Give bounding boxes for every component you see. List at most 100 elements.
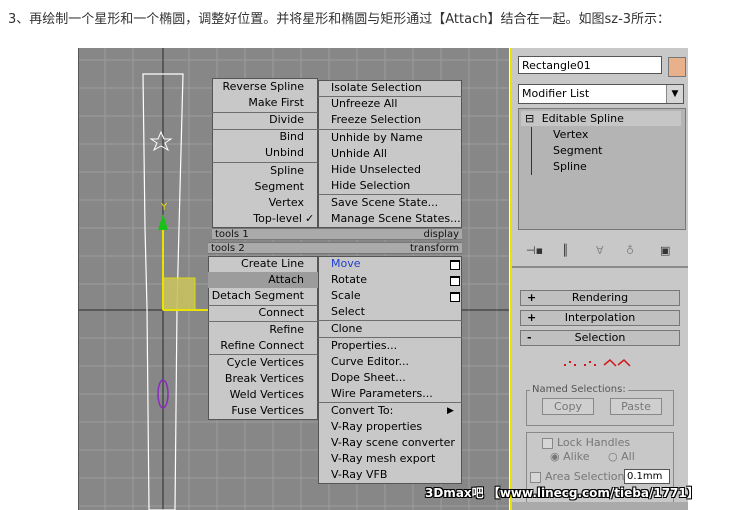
all-label: All [621, 450, 635, 463]
object-color-swatch[interactable] [668, 57, 686, 77]
show-end-result-icon[interactable]: ║ [562, 244, 569, 257]
submenu-arrow-icon: ▶ [447, 406, 454, 416]
menu-fuse-vertices[interactable]: Fuse Vertices [208, 403, 318, 419]
paste-button[interactable]: Paste [610, 398, 662, 415]
menu-curve-editor[interactable]: Curve Editor... [318, 354, 462, 370]
expand-icon: + [527, 291, 537, 304]
expand-icon: + [527, 311, 537, 324]
menu-weld-vertices[interactable]: Weld Vertices [208, 387, 318, 403]
modifier-stack: ⊟ Editable Spline Vertex Segment Spline [518, 108, 686, 230]
menu-refine[interactable]: Refine [208, 322, 318, 338]
menu-make-first[interactable]: Make First [212, 95, 318, 111]
menu-scale[interactable]: Scale [318, 288, 462, 304]
radio-selected-icon: ◉ [550, 450, 564, 463]
menu-move[interactable]: Move [318, 256, 462, 272]
menu-reverse-spline[interactable]: Reverse Spline [212, 79, 318, 95]
area-selection-input[interactable]: 0.1mm [624, 469, 670, 484]
rollout-interpolation[interactable]: + Interpolation [520, 310, 680, 326]
alike-radio[interactable]: ◉ Alike [550, 450, 590, 463]
pin-stack-icon[interactable]: ⊣▪ [526, 244, 543, 257]
named-selections-label: Named Selections: [530, 384, 628, 395]
menu-vray-scene-converter[interactable]: V-Ray scene converter [318, 435, 462, 451]
configure-modifier-sets-icon[interactable]: ▣ [660, 244, 670, 257]
menu-attach[interactable]: Attach [208, 272, 318, 288]
lock-handles-label: Lock Handles [557, 436, 631, 449]
object-name-field[interactable]: Rectangle01 [518, 56, 662, 74]
menu-header-tools1: tools 1 [212, 228, 318, 240]
menu-properties[interactable]: Properties... [318, 338, 462, 354]
menu-detach-segment[interactable]: Detach Segment [208, 288, 318, 304]
make-unique-icon[interactable]: ∀ [596, 244, 604, 257]
checkbox-icon [530, 471, 541, 483]
area-selection-checkbox[interactable]: Area Selection: [530, 470, 628, 483]
stack-item-segment[interactable]: Segment [553, 143, 603, 158]
remove-modifier-icon[interactable]: ♁ [626, 244, 634, 257]
rollout-rendering[interactable]: + Rendering [520, 290, 680, 306]
menu-convert-to[interactable]: Convert To: [318, 403, 462, 419]
subobject-level-icons[interactable] [562, 356, 638, 370]
settings-box-icon[interactable] [450, 260, 460, 270]
rollout-label: Rendering [571, 291, 629, 304]
rollout-selection[interactable]: - Selection [520, 330, 680, 346]
menu-save-scene-state[interactable]: Save Scene State... [318, 195, 462, 211]
menu-vertex[interactable]: Vertex [212, 195, 318, 211]
menu-refine-connect[interactable]: Refine Connect [208, 338, 318, 354]
rollout-label: Interpolation [564, 311, 636, 324]
tree-line [531, 127, 532, 175]
menu-header-display: display [318, 228, 462, 240]
stack-toolbar: ⊣▪ ║ ∀ ♁ ▣ [522, 244, 682, 258]
menu-hide-selection[interactable]: Hide Selection [318, 178, 462, 194]
menu-vray-vfb[interactable]: V-Ray VFB [318, 467, 462, 483]
gizmo-plane [162, 277, 196, 311]
menu-wire-parameters[interactable]: Wire Parameters... [318, 386, 462, 402]
menu-isolate-selection[interactable]: Isolate Selection [318, 80, 462, 96]
menu-rotate[interactable]: Rotate [318, 272, 462, 288]
y-axis-arrow [158, 214, 168, 230]
menu-header-transform: transform [318, 242, 462, 254]
modifier-list-dropdown[interactable]: Modifier List ▼ [518, 84, 684, 104]
menu-segment[interactable]: Segment [212, 179, 318, 195]
lock-handles-checkbox[interactable]: Lock Handles [542, 436, 630, 449]
modifier-list-label: Modifier List [522, 87, 590, 100]
stack-item-label: Editable Spline [541, 112, 624, 125]
copy-button[interactable]: Copy [542, 398, 594, 415]
menu-dope-sheet[interactable]: Dope Sheet... [318, 370, 462, 386]
alike-label: Alike [563, 450, 590, 463]
collapse-icon[interactable]: ⊟ [521, 112, 534, 125]
command-panel: Rectangle01 Modifier List ▼ ⊟ Editable S… [510, 48, 688, 510]
collapse-icon: - [527, 331, 532, 344]
menu-divide[interactable]: Divide [212, 112, 318, 128]
chevron-down-icon[interactable]: ▼ [666, 85, 683, 103]
menu-unhide-by-name[interactable]: Unhide by Name [318, 130, 462, 146]
menu-bind[interactable]: Bind [212, 129, 318, 145]
divider [512, 266, 688, 268]
menu-create-line[interactable]: Create Line [208, 256, 318, 272]
menu-manage-scene-states[interactable]: Manage Scene States... [318, 211, 462, 227]
all-radio[interactable]: ○ All [608, 450, 635, 463]
menu-connect[interactable]: Connect [208, 305, 318, 321]
menu-vray-mesh-export[interactable]: V-Ray mesh export [318, 451, 462, 467]
checkbox-icon [542, 437, 553, 449]
settings-box-icon[interactable] [450, 276, 460, 286]
menu-clone[interactable]: Clone [318, 321, 462, 337]
menu-vray-properties[interactable]: V-Ray properties [318, 419, 462, 435]
panel-bottom-edge [512, 502, 688, 510]
menu-spline[interactable]: Spline [212, 163, 318, 179]
menu-freeze-selection[interactable]: Freeze Selection [318, 112, 462, 128]
stack-item-spline[interactable]: Spline [553, 159, 587, 174]
watermark-text: 3Dmax吧 【www.linecg.com/tieba/1771】 [425, 486, 699, 500]
checkmark-icon: ✓ [305, 212, 315, 225]
settings-box-icon[interactable] [450, 292, 460, 302]
menu-select[interactable]: Select [318, 304, 462, 320]
menu-unfreeze-all[interactable]: Unfreeze All [318, 96, 462, 112]
menu-header-tools2: tools 2 [208, 242, 318, 254]
menu-unbind[interactable]: Unbind [212, 145, 318, 161]
stack-item-editable-spline[interactable]: ⊟ Editable Spline [521, 111, 681, 126]
menu-hide-unselected[interactable]: Hide Unselected [318, 162, 462, 178]
stack-item-vertex[interactable]: Vertex [553, 127, 588, 142]
menu-unhide-all[interactable]: Unhide All [318, 146, 462, 162]
menu-cycle-vertices[interactable]: Cycle Vertices [208, 355, 318, 371]
menu-top-level[interactable]: Top-level [212, 211, 304, 227]
y-axis-label: Y [160, 202, 168, 213]
menu-break-vertices[interactable]: Break Vertices [208, 371, 318, 387]
